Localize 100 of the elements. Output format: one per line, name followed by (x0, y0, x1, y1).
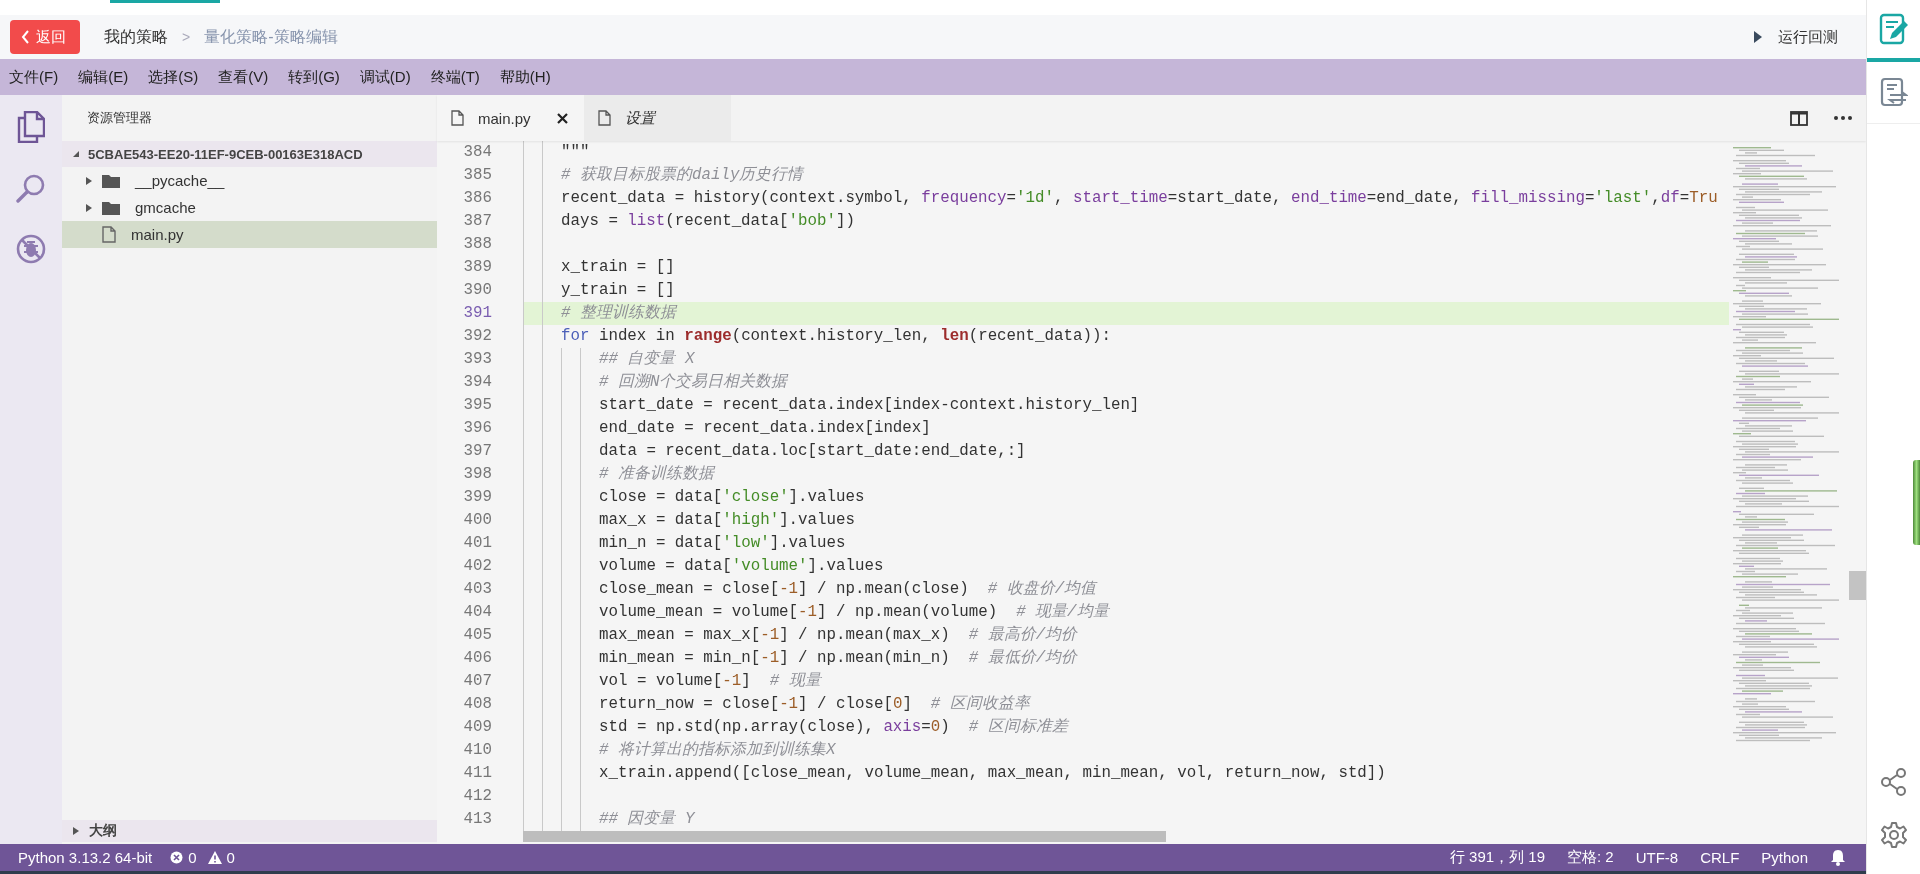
line-number: 395 (462, 395, 493, 416)
error-icon (170, 851, 184, 864)
code-line: # 将计算出的指标添加到训练集X (599, 740, 836, 761)
code-line: std = np.std(np.array(close), axis=0) # 区间标准差 (599, 717, 1068, 738)
line-number: 413 (462, 809, 493, 830)
more-icon[interactable] (1834, 116, 1853, 120)
code-line: # 获取目标股票的daily历史行情 (561, 165, 804, 186)
code-line: min_n = data['low'].values (599, 533, 846, 554)
debug-icon[interactable] (15, 233, 47, 265)
code-line: volume_mean = volume[-1] / np.mean(volume) # 现量/均量 (599, 602, 1109, 623)
line-number: 402 (462, 556, 493, 577)
tree-item[interactable]: gmcache (62, 194, 437, 221)
warning-count[interactable]: 0 (226, 849, 235, 866)
file-icon (451, 110, 464, 126)
line-number: 389 (462, 257, 493, 278)
breadcrumb-item: 量化策略-策略编辑 (204, 26, 338, 47)
encoding-status[interactable]: UTF-8 (1635, 849, 1679, 866)
edit-document-icon (1878, 13, 1909, 45)
breadcrumb-item[interactable]: 我的策略 (104, 26, 168, 48)
tree-item[interactable]: __pycache__ (62, 167, 437, 194)
menu-item[interactable]: 转到(G) (288, 67, 340, 87)
outline-section-header[interactable]: 大纲 (62, 820, 437, 842)
menu-item[interactable]: 终端(T) (430, 67, 480, 87)
code-line: end_date = recent_data.index[index] (599, 418, 931, 439)
code-line: # 回溯N个交易日相关数据 (599, 372, 788, 393)
line-number: 391 (462, 303, 493, 324)
folder-icon (102, 200, 120, 215)
caret-icon (85, 202, 93, 213)
editor-tab[interactable]: 设置 (584, 95, 731, 141)
folder-row[interactable]: 5CBAE543-EE20-11EF-9CEB-00163E318ACD (62, 141, 437, 167)
code-line: # 整理训练数据 (561, 303, 676, 324)
code-line: volume = data['volume'].values (599, 556, 884, 577)
menu-item[interactable]: 文件(F) (9, 67, 59, 87)
code-line: recent_data = history(context.symbol, frequency='1d', start_time=start_date, end_time=end_date, fill_missing='last',df=Tru (561, 188, 1718, 209)
side-handle[interactable] (1913, 460, 1920, 545)
folder-icon (102, 173, 120, 188)
run-backtest-button[interactable]: 运行回测 (1754, 27, 1839, 47)
line-number: 409 (462, 717, 493, 738)
code-line: x_train.append([close_mean, volume_mean, max_mean, min_mean, vol, return_now, std]) (599, 763, 1386, 784)
code-line: days = list(recent_data['bob']) (561, 211, 855, 232)
line-number: 405 (462, 625, 493, 646)
file-icon (102, 226, 116, 243)
language-status[interactable]: Python (1761, 849, 1809, 866)
code-line: vol = volume[-1] # 现量 (599, 671, 821, 692)
cursor-position[interactable]: 行 391，列 19 (1449, 848, 1545, 867)
share-icon[interactable] (1880, 768, 1907, 796)
code-line: # 准备训练数据 (599, 464, 714, 485)
line-number: 384 (462, 142, 493, 163)
code-line: data = recent_data.loc[start_date:end_date,:] (599, 441, 1026, 462)
line-number: 397 (462, 441, 493, 462)
line-number: 403 (462, 579, 493, 600)
code-line: min_mean = min_n[-1] / np.mean(min_n) # 最低价/均价 (599, 648, 1078, 669)
menu-item[interactable]: 帮助(H) (499, 67, 551, 87)
line-number: 394 (462, 372, 493, 393)
tree-item[interactable]: main.py (62, 221, 437, 248)
horizontal-scrollbar[interactable] (523, 831, 1166, 842)
line-ending-status[interactable]: CRLF (1700, 849, 1740, 866)
editor-tab[interactable]: main.py (437, 95, 584, 141)
line-number: 401 (462, 533, 493, 554)
line-number: 396 (462, 418, 493, 439)
scrollbar-thumb[interactable] (1849, 571, 1867, 600)
files-icon[interactable] (17, 111, 45, 143)
menu-item[interactable]: 调试(D) (359, 67, 411, 87)
line-number: 400 (462, 510, 493, 531)
menu-item[interactable]: 查看(V) (218, 67, 269, 87)
indentation-status[interactable]: 空格: 2 (1566, 848, 1614, 867)
line-number: 410 (462, 740, 493, 761)
explorer-title: 资源管理器 (86, 109, 153, 127)
code-line: ## 因变量 Y (599, 809, 695, 830)
line-number: 388 (462, 234, 493, 255)
close-icon[interactable] (557, 112, 568, 124)
line-number: 404 (462, 602, 493, 623)
error-count[interactable]: 0 (188, 849, 197, 866)
line-number: 408 (462, 694, 493, 715)
code-line: ## 自变量 X (599, 349, 695, 370)
line-number: 385 (462, 165, 493, 186)
settings-icon[interactable] (1880, 822, 1907, 848)
line-number: 392 (462, 326, 493, 347)
line-number: 406 (462, 648, 493, 669)
line-number: 398 (462, 464, 493, 485)
code-line: max_mean = max_x[-1] / np.mean(max_x) # 最高价/均价 (599, 625, 1078, 646)
search-icon[interactable] (16, 173, 46, 203)
line-number: 399 (462, 487, 493, 508)
interpreter-status[interactable]: Python 3.13.2 64-bit (18, 849, 153, 866)
chevron-left-icon (21, 30, 30, 44)
menu-item[interactable]: 选择(S) (148, 67, 199, 87)
code-line: return_now = close[-1] / close[0] # 区间收益率 (599, 693, 1030, 715)
code-line: for index in range(context.history_len, len(recent_data)): (561, 326, 1111, 347)
menu-item[interactable]: 编辑(E) (78, 67, 129, 87)
split-editor-icon[interactable] (1790, 110, 1809, 126)
back-button[interactable]: 返回 (10, 20, 80, 54)
caret-icon (85, 175, 93, 186)
code-line: close = data['close'].values (599, 487, 865, 508)
code-line: y_train = [] (561, 280, 675, 301)
bell-icon[interactable] (1830, 849, 1847, 866)
file-icon (598, 110, 611, 126)
line-number: 387 (462, 211, 493, 232)
warning-icon (207, 851, 222, 864)
caret-icon (72, 150, 80, 158)
line-number: 390 (462, 280, 493, 301)
